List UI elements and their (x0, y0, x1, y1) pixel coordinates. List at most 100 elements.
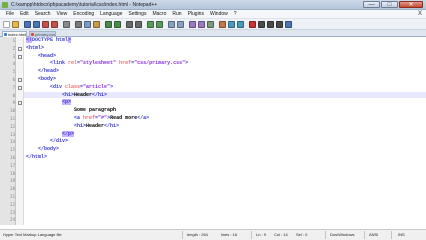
saved-file-icon (4, 33, 7, 36)
status-sel: Sel : 0 (296, 232, 308, 237)
code-line[interactable]: 7- <div class="article"> (0, 84, 426, 92)
lang-define-icon[interactable] (219, 21, 226, 28)
code-line[interactable]: 3- <head> (0, 53, 426, 61)
code-line[interactable]: 21 (0, 193, 426, 201)
menu-run[interactable]: Run (169, 10, 184, 19)
code-line[interactable]: 4 <link rel="stylesheet" href="css/prima… (0, 60, 426, 68)
close-icon[interactable] (42, 21, 49, 28)
line-number: 11 (10, 115, 15, 121)
close-document-button[interactable]: X (418, 10, 422, 19)
line-number: 8 (12, 92, 15, 98)
fold-toggle-icon[interactable]: - (18, 54, 22, 59)
stop-record-icon[interactable] (258, 21, 265, 28)
line-number: 3 (12, 53, 15, 59)
sync-vertical-icon[interactable] (168, 21, 175, 28)
status-length: length : 264 (187, 232, 208, 237)
menu-window[interactable]: Window (207, 10, 231, 19)
code-line[interactable]: 14 </div> (0, 138, 426, 146)
code-line[interactable]: 2- <html> (0, 45, 426, 53)
replace-icon[interactable] (135, 21, 142, 28)
code-line[interactable]: 12 <h1>Header</h1> (0, 123, 426, 131)
copy-icon[interactable] (84, 21, 91, 28)
fold-toggle-icon[interactable]: - (18, 101, 22, 106)
save-all-icon[interactable] (33, 21, 40, 28)
zoom-in-icon[interactable] (147, 21, 154, 28)
line-number: 21 (10, 193, 15, 199)
menu-encoding[interactable]: Encoding (70, 10, 97, 19)
menu-settings[interactable]: Settings (125, 10, 149, 19)
sync-horizontal-icon[interactable] (177, 21, 184, 28)
menu-view[interactable]: View (54, 10, 71, 19)
code-line[interactable]: 1 <!DOCTYPE html> (0, 37, 426, 45)
save-macro-icon[interactable] (285, 21, 292, 28)
minimize-button[interactable]: — (363, 1, 380, 8)
zoom-out-icon[interactable] (156, 21, 163, 28)
code-token: Read more (110, 114, 138, 121)
code-line[interactable]: 6- <body> (0, 76, 426, 84)
fold-toggle-icon[interactable]: - (18, 77, 22, 82)
code-line[interactable]: 9- <p> (0, 99, 426, 107)
redo-icon[interactable] (114, 21, 121, 28)
code-token: href (83, 114, 96, 121)
menu-edit[interactable]: Edit (17, 10, 32, 19)
code-line[interactable]: 16 </html> (0, 154, 426, 162)
print-icon[interactable] (63, 21, 70, 28)
code-line[interactable]: 24 (0, 216, 426, 224)
code-line[interactable]: 10 Some paragraph (0, 107, 426, 115)
code-token: </div> (26, 138, 69, 145)
tab-bar: index.html primary.css (0, 30, 426, 37)
cut-icon[interactable] (75, 21, 82, 28)
maximize-icon: □ (387, 2, 392, 8)
menu-macro[interactable]: Macro (149, 10, 169, 19)
line-number: 2 (12, 45, 15, 51)
code-line[interactable]: 23 (0, 209, 426, 217)
save-icon[interactable] (24, 21, 31, 28)
status-divider (364, 231, 365, 239)
code-line[interactable]: 13 </p> (0, 130, 426, 139)
new-file-icon[interactable] (3, 21, 10, 28)
code-line[interactable]: 8 <h1>Header</h1> (0, 92, 426, 100)
function-list-icon[interactable] (237, 21, 244, 28)
doc-map-icon[interactable] (228, 21, 235, 28)
code-line[interactable]: 5 </head> (0, 68, 426, 76)
code-token: rel (68, 60, 78, 67)
paste-icon[interactable] (93, 21, 100, 28)
code-line[interactable]: 15 </body> (0, 146, 426, 154)
record-macro-icon[interactable] (249, 21, 256, 28)
fold-toggle-icon[interactable]: - (18, 46, 22, 51)
run-macro-multiple-icon[interactable] (276, 21, 283, 28)
indent-guide-icon[interactable] (207, 21, 214, 28)
code-line[interactable]: 20 (0, 185, 426, 193)
fold-toggle-icon[interactable]: - (18, 85, 22, 90)
menu-language[interactable]: Language (97, 10, 125, 19)
maximize-button[interactable]: □ (381, 1, 398, 8)
code-line[interactable]: 11 <a href="#">Read more</a> (0, 115, 426, 123)
close-icon: ✕ (408, 2, 414, 8)
open-file-icon[interactable] (12, 21, 19, 28)
line-number: 4 (12, 61, 15, 67)
line-number: 1 (12, 38, 15, 43)
code-text: <html> (26, 45, 44, 53)
close-all-icon[interactable] (51, 21, 58, 28)
code-text: <head> (26, 53, 56, 61)
menu-help[interactable]: ? (231, 10, 240, 19)
word-wrap-icon[interactable] (189, 21, 196, 28)
menu-search[interactable]: Search (32, 10, 54, 19)
code-line[interactable]: 18 (0, 170, 426, 178)
line-number: 18 (10, 170, 15, 176)
code-token: href (116, 60, 132, 67)
code-line[interactable]: 22 (0, 201, 426, 209)
play-macro-icon[interactable] (267, 21, 274, 28)
close-window-button[interactable]: ✕ (399, 1, 423, 8)
menu-plugins[interactable]: Plugins (185, 10, 207, 19)
code-editor[interactable]: 1 <!DOCTYPE html> 2- <html> 3- <head> 4 <link… (0, 37, 426, 225)
line-number: 5 (12, 69, 15, 75)
undo-icon[interactable] (105, 21, 112, 28)
code-lines: 1 <!DOCTYPE html> 2- <html> 3- <head> 4 <link… (0, 37, 426, 224)
code-line[interactable]: 17 (0, 162, 426, 170)
find-icon[interactable] (126, 21, 133, 28)
show-all-chars-icon[interactable] (198, 21, 205, 28)
menu-file[interactable]: File (3, 10, 17, 19)
code-line[interactable]: 19 (0, 177, 426, 185)
